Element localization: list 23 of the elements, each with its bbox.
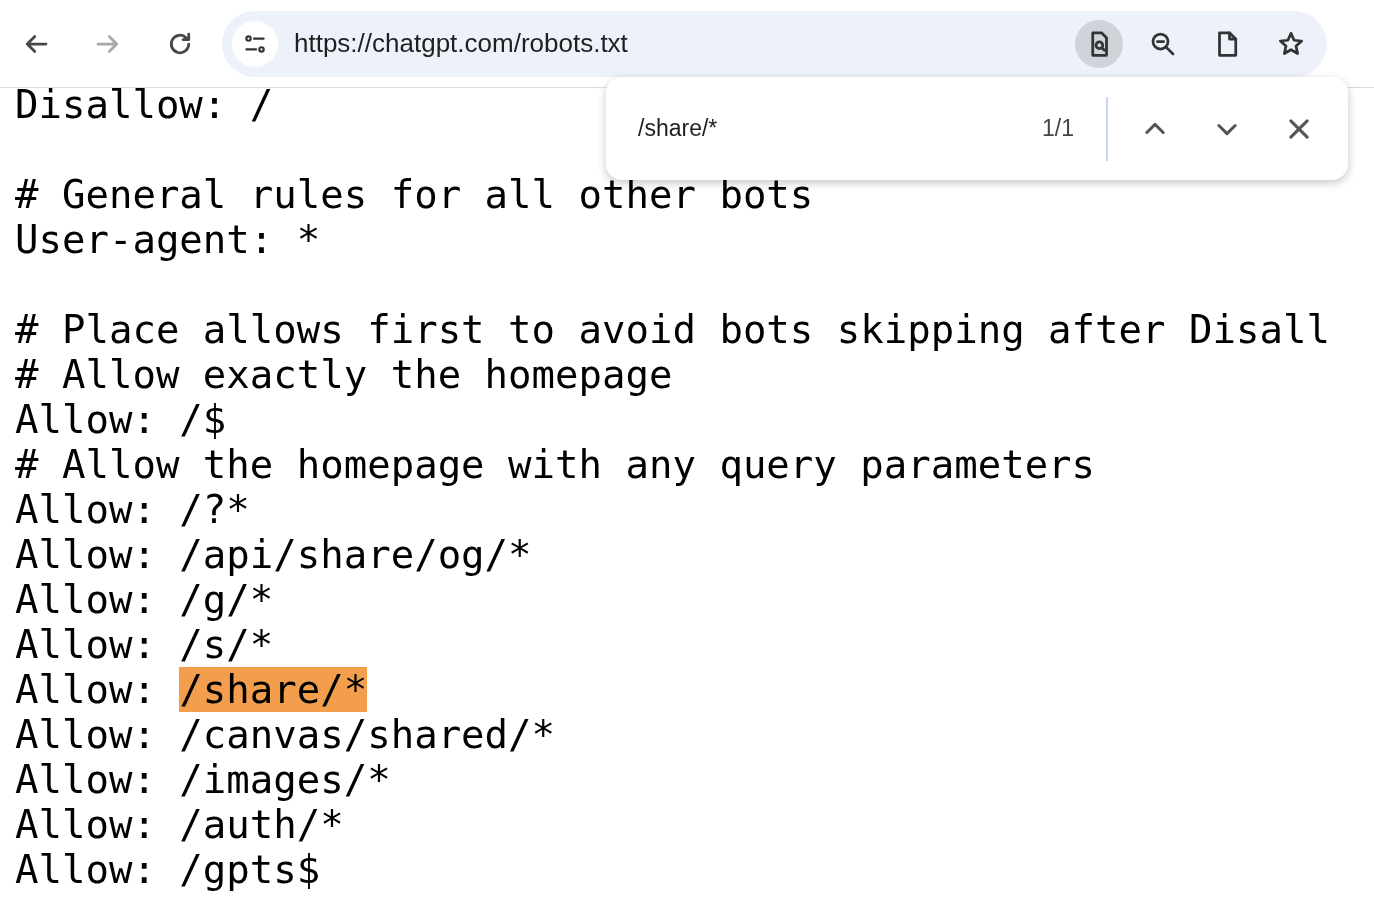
match-count: 1/1	[1042, 115, 1074, 142]
text-line: Allow: /images/*	[15, 757, 391, 802]
text-line: Allow: /g/*	[15, 577, 274, 622]
text-line: Allow: /?*	[15, 487, 250, 532]
address-bar[interactable]: https://chatgpt.com/robots.txt	[222, 10, 1327, 77]
text-line: Allow: /$	[15, 397, 227, 442]
text-line: Allow: /canvas/shared/*	[15, 712, 556, 757]
text-line: Allow:	[15, 667, 157, 712]
text-line: # Allow exactly the homepage	[15, 352, 673, 397]
site-settings-button[interactable]	[232, 20, 278, 67]
text-line: # Place allows first to avoid bots skipping after Disall	[15, 307, 1330, 352]
text-line: Allow: /gpts$	[15, 847, 321, 892]
text-line: # Allow the homepage with any query parameters	[15, 442, 1096, 487]
text-line: Allow: /auth/*	[15, 802, 344, 847]
url-text: https://chatgpt.com/robots.txt	[294, 28, 629, 59]
text-line: Disallow: /	[15, 82, 274, 127]
search-match: /share/*	[179, 667, 368, 712]
text-line: User-agent: *	[15, 217, 321, 262]
find-input[interactable]: /share/*	[638, 115, 1042, 142]
text-line: Allow: /s/*	[15, 622, 274, 667]
text-line: # General rules for all other bots	[15, 172, 814, 217]
text-line: Allow: /api/share/og/*	[15, 532, 532, 577]
find-in-page-button[interactable]	[1075, 19, 1123, 68]
